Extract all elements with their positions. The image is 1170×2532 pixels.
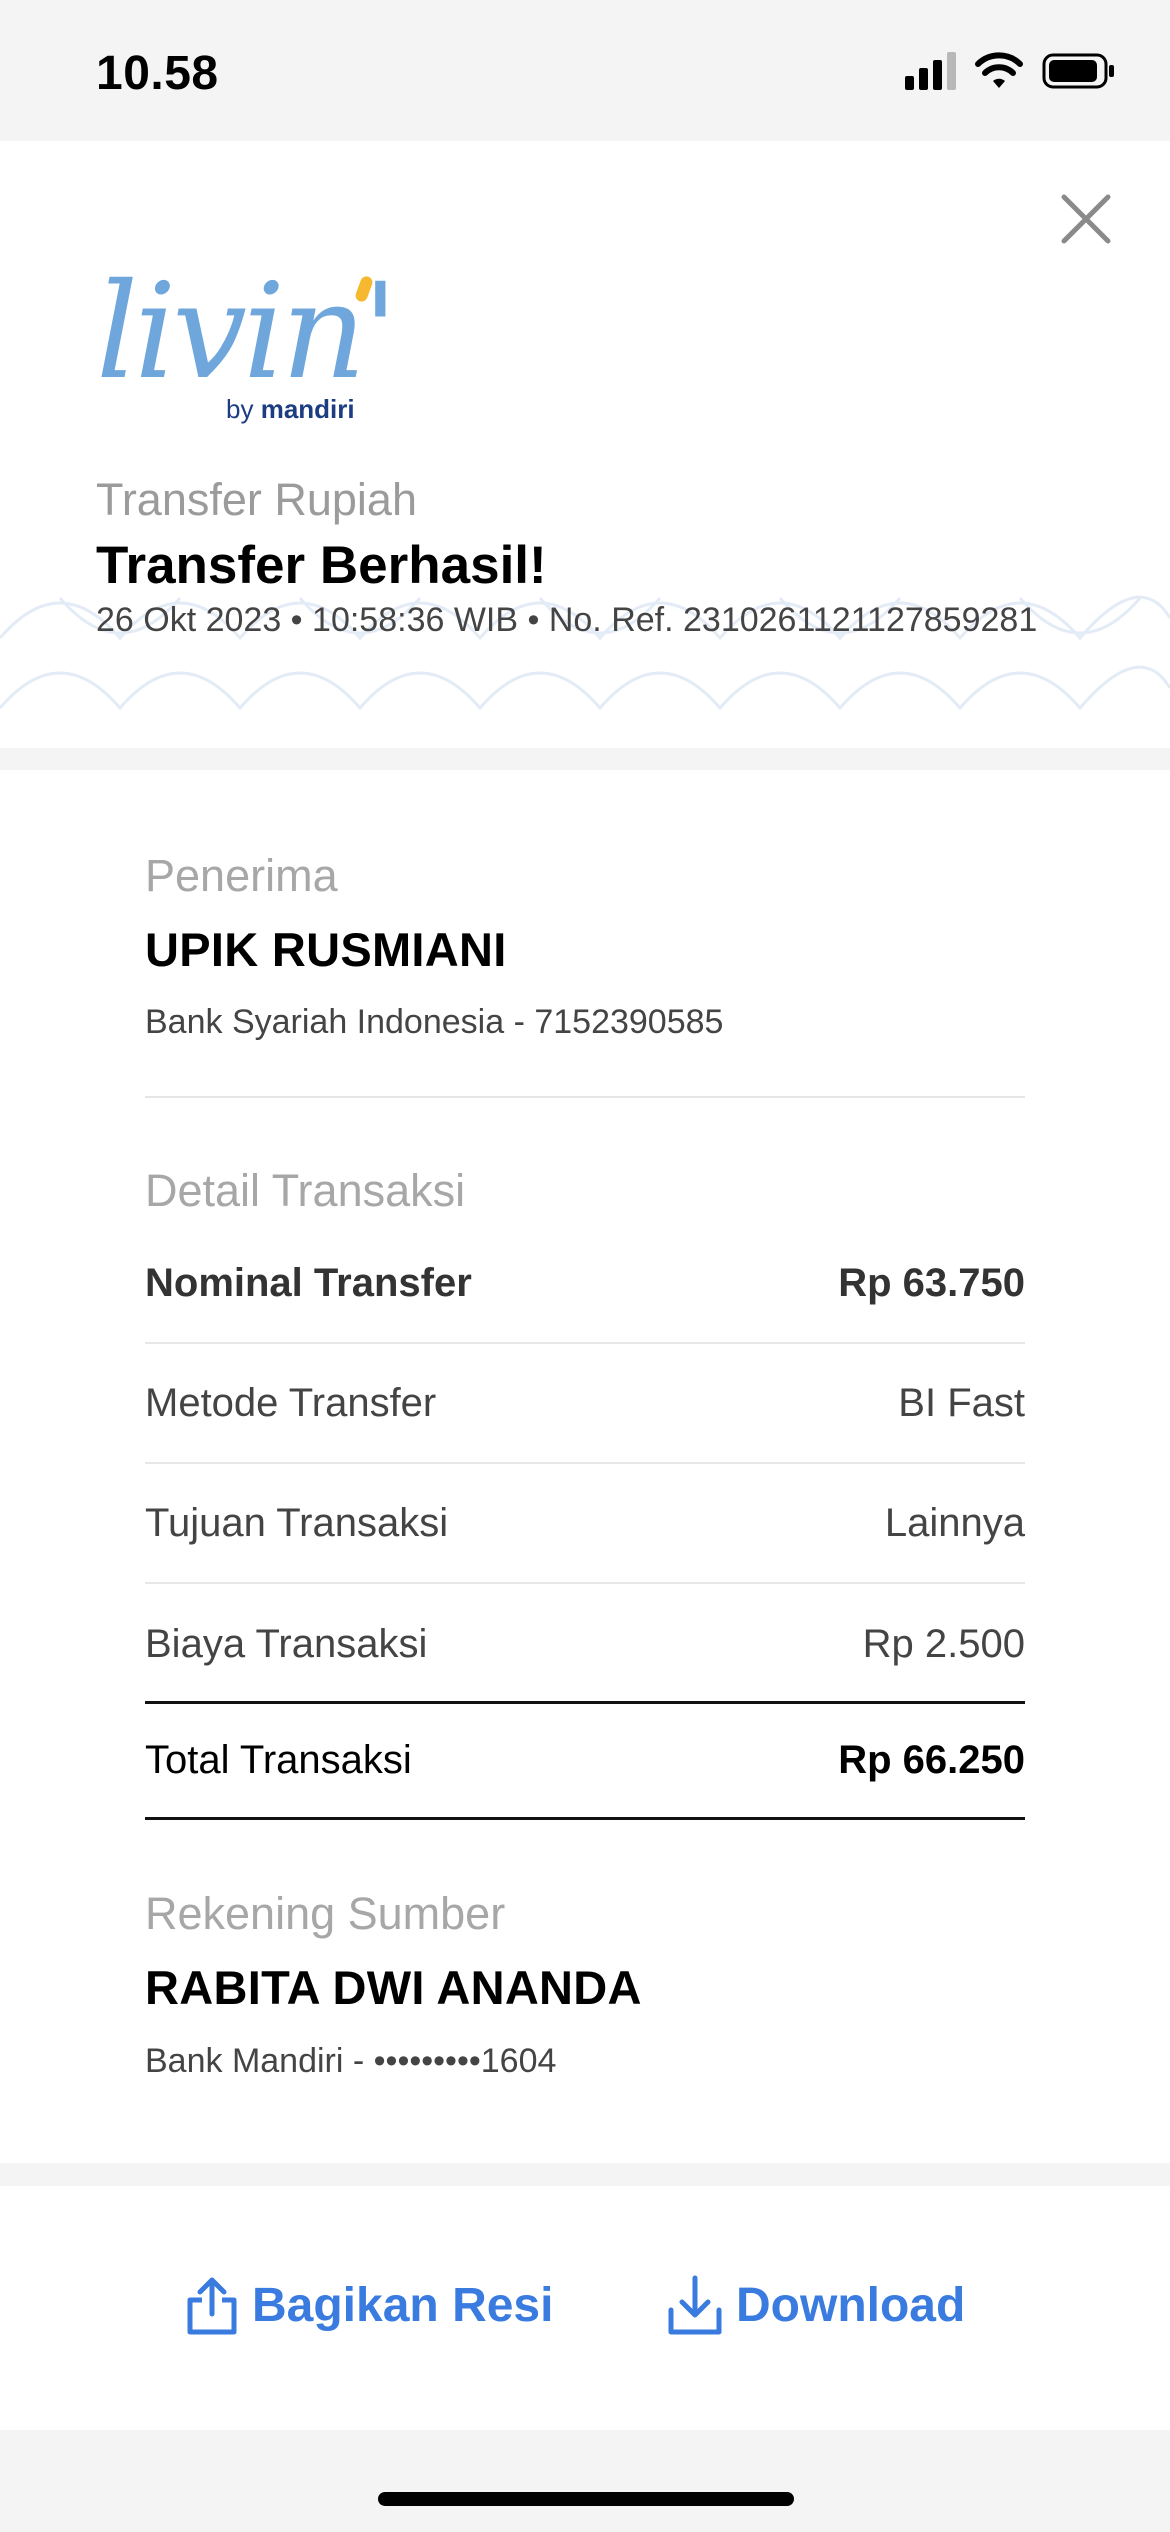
receipt-header: livin' by mandiri Transfer Rupiah Transf… (0, 141, 1170, 748)
receipt-actions: Bagikan Resi Download (0, 2186, 1170, 2430)
cellular-signal-icon (905, 52, 956, 90)
detail-row-value: Lainnya (884, 1501, 1025, 1545)
share-receipt-label: Bagikan Resi (252, 2278, 554, 2332)
transaction-status-title: Transfer Berhasil! (96, 536, 547, 595)
transaction-type: Transfer Rupiah (96, 474, 417, 525)
share-icon (187, 2277, 237, 2335)
detail-row-fee: Biaya Transaksi Rp 2.500 (145, 1585, 1025, 1704)
detail-row-value: BI Fast (898, 1381, 1025, 1425)
download-receipt-label: Download (736, 2278, 966, 2332)
status-icons (905, 52, 1116, 90)
detail-row-purpose: Tujuan Transaksi Lainnya (145, 1465, 1025, 1584)
source-account-name: RABITA DWI ANANDA (145, 1961, 642, 2014)
divider (145, 1096, 1025, 1098)
detail-row-label: Tujuan Transaksi (145, 1501, 449, 1545)
wifi-icon (975, 52, 1023, 88)
receipt-details-card: Penerima UPIK RUSMIANI Bank Syariah Indo… (0, 770, 1170, 2163)
close-icon[interactable] (1058, 191, 1114, 247)
download-receipt-button[interactable]: Download (666, 2274, 965, 2336)
livin-mandiri-logo: livin' by mandiri (96, 255, 399, 424)
source-bank-account: Bank Mandiri - •••••••••1604 (145, 2042, 557, 2080)
recipient-name: UPIK RUSMIANI (145, 923, 507, 976)
detail-row-label: Nominal Transfer (145, 1261, 472, 1305)
details-label: Detail Transaksi (145, 1165, 466, 1216)
source-account-label: Rekening Sumber (145, 1888, 506, 1939)
total-label: Total Transaksi (145, 1738, 412, 1782)
detail-row-nominal: Nominal Transfer Rp 63.750 (145, 1225, 1025, 1344)
battery-icon (1042, 53, 1114, 89)
detail-row-value: Rp 2.500 (862, 1622, 1025, 1666)
recipient-bank-account: Bank Syariah Indonesia - 7152390585 (145, 1003, 724, 1041)
transaction-meta: 26 Okt 2023 • 10:58:36 WIB • No. Ref. 23… (96, 601, 1038, 639)
share-receipt-button[interactable]: Bagikan Resi (184, 2274, 553, 2336)
download-icon (668, 2275, 722, 2335)
detail-row-method: Metode Transfer BI Fast (145, 1345, 1025, 1464)
total-value: Rp 66.250 (838, 1738, 1025, 1782)
logo-byline: by mandiri (226, 394, 355, 425)
recipient-label: Penerima (145, 850, 338, 901)
logo-brand-text: mandiri (260, 394, 355, 424)
logo-wordmark: livin' (96, 255, 399, 409)
detail-row-label: Metode Transfer (145, 1381, 437, 1425)
status-time: 10.58 (96, 47, 219, 100)
status-bar: 10.58 (0, 0, 1170, 141)
detail-row-label: Biaya Transaksi (145, 1622, 428, 1666)
detail-row-value: Rp 63.750 (838, 1261, 1025, 1305)
receipt-screen: 10.58 livin' by mandiri Transfer Rupiah … (0, 0, 1170, 2532)
detail-row-total: Total Transaksi Rp 66.250 (145, 1701, 1025, 1820)
home-indicator[interactable] (378, 2492, 794, 2506)
logo-by-text: by (226, 394, 254, 424)
